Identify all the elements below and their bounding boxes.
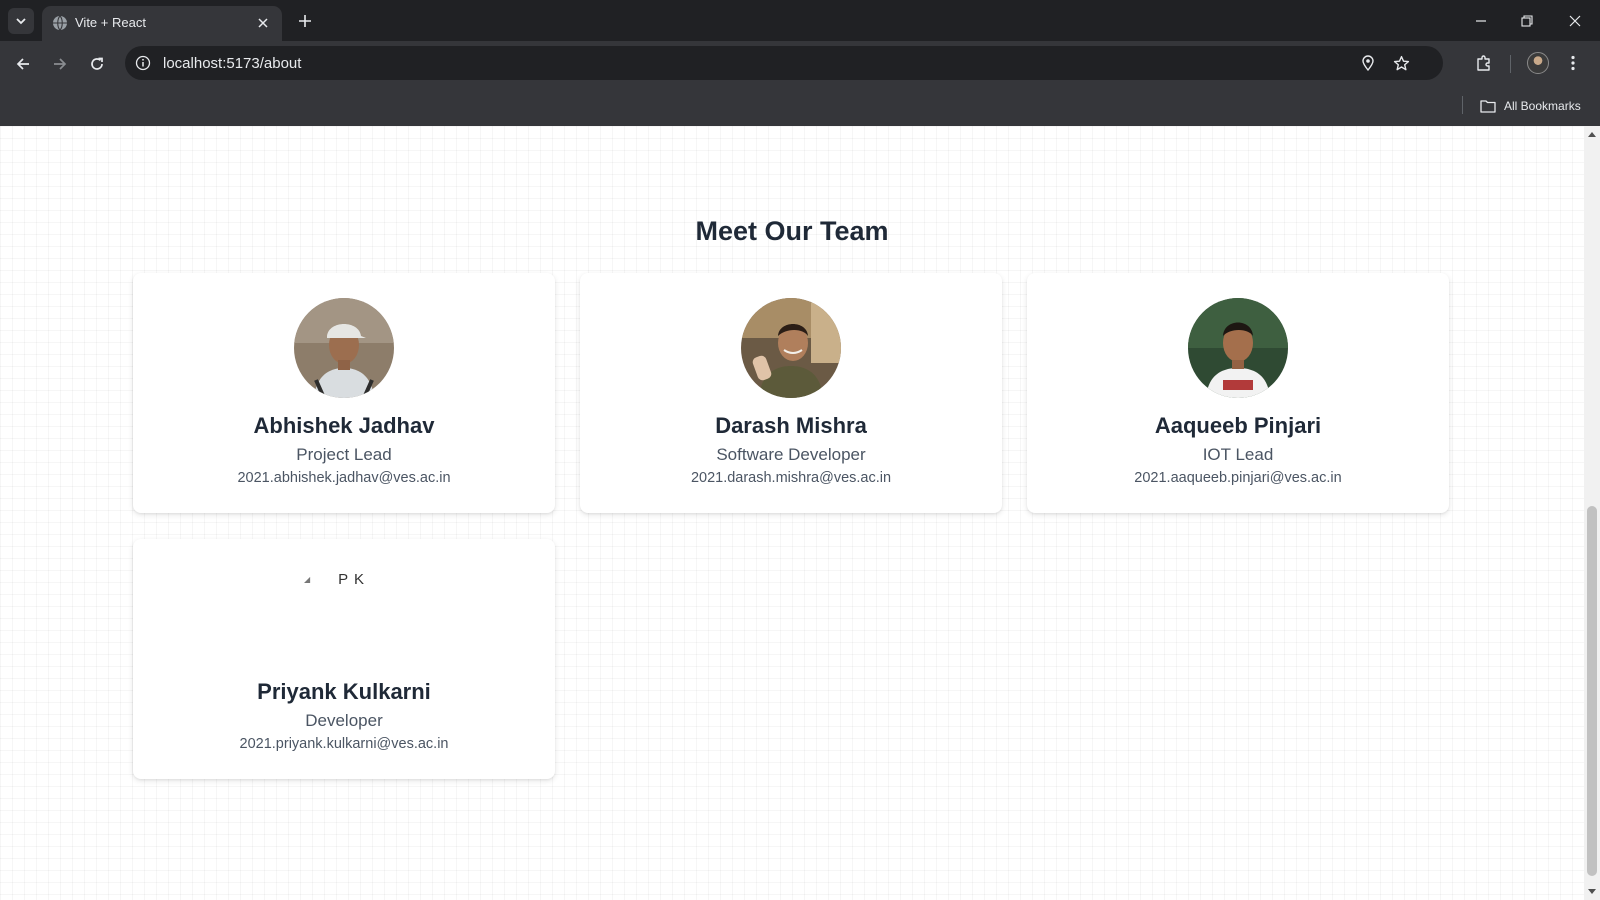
page-viewport: Meet Our Team Abhishek Jadhav Project Le… xyxy=(0,126,1584,900)
toolbar-separator xyxy=(1510,55,1511,73)
restore-icon xyxy=(1521,15,1533,27)
chevron-down-icon xyxy=(16,18,26,25)
folder-icon xyxy=(1480,100,1496,113)
member-name: Darash Mishra xyxy=(715,413,867,438)
bookmark-star-button[interactable] xyxy=(1391,53,1411,73)
scroll-down-button[interactable] xyxy=(1584,884,1600,900)
browser-titlebar: Vite + React xyxy=(0,0,1600,41)
browser-toolbar: localhost:5173/about xyxy=(0,41,1600,86)
scroll-thumb[interactable] xyxy=(1587,506,1597,876)
plus-icon xyxy=(299,15,311,27)
back-button[interactable] xyxy=(9,50,37,78)
team-card-darash: Darash Mishra Software Developer 2021.da… xyxy=(580,273,1002,513)
close-icon xyxy=(1569,15,1581,27)
browser-menu-button[interactable] xyxy=(1564,50,1582,76)
image-alt-text: P K xyxy=(338,570,366,588)
member-email: 2021.abhishek.jadhav@ves.ac.in xyxy=(237,470,451,486)
reload-icon xyxy=(91,57,103,70)
active-tab[interactable]: Vite + React xyxy=(42,6,282,41)
info-icon xyxy=(135,55,151,71)
address-bar[interactable]: localhost:5173/about xyxy=(125,46,1443,80)
all-bookmarks-label: All Bookmarks xyxy=(1504,99,1581,113)
globe-favicon-icon xyxy=(53,15,67,31)
member-email: 2021.priyank.kulkarni@ves.ac.in xyxy=(239,736,449,752)
close-icon xyxy=(258,18,268,28)
forward-button[interactable] xyxy=(46,50,74,78)
member-photo xyxy=(1188,298,1288,398)
window-close-button[interactable] xyxy=(1562,8,1588,34)
member-role: Developer xyxy=(305,711,383,730)
member-email: 2021.darash.mishra@ves.ac.in xyxy=(690,470,892,486)
page-scrollbar[interactable] xyxy=(1584,126,1600,900)
broken-image-icon: ◢ xyxy=(304,574,311,584)
puzzle-extensions-icon xyxy=(1477,55,1490,71)
team-card-aaqueeb: Aaqueeb Pinjari IOT Lead 2021.aaqueeb.pi… xyxy=(1027,273,1449,513)
arrow-down-icon xyxy=(1588,889,1596,894)
bookmarks-bar: All Bookmarks xyxy=(0,86,1600,126)
restore-button[interactable] xyxy=(1514,8,1540,34)
new-tab-button[interactable] xyxy=(294,10,316,32)
arrow-up-icon xyxy=(1588,132,1596,137)
minimize-icon xyxy=(1476,20,1486,22)
minimize-button[interactable] xyxy=(1468,8,1494,34)
team-card-abhishek: Abhishek Jadhav Project Lead 2021.abhish… xyxy=(133,273,555,513)
kebab-menu-icon xyxy=(1571,55,1575,71)
member-photo xyxy=(294,298,394,398)
profile-button[interactable] xyxy=(1525,50,1551,76)
bookmarks-separator xyxy=(1462,96,1463,114)
member-role: Project Lead xyxy=(296,445,392,464)
star-icon xyxy=(1393,55,1409,70)
member-role: IOT Lead xyxy=(1202,445,1274,464)
member-name: Aaqueeb Pinjari xyxy=(1154,413,1322,438)
member-name: Abhishek Jadhav xyxy=(253,413,435,438)
member-photo xyxy=(741,298,841,398)
tab-list-button[interactable] xyxy=(8,8,34,34)
extensions-button[interactable] xyxy=(1471,50,1497,76)
all-bookmarks-button[interactable]: All Bookmarks xyxy=(1480,95,1581,117)
team-card-priyank: ◢ P K Priyank Kulkarni Developer 2021.pr… xyxy=(133,539,555,779)
location-button[interactable] xyxy=(1358,53,1378,73)
member-photo-broken: ◢ P K xyxy=(304,567,384,591)
member-role: Software Developer xyxy=(716,445,866,464)
member-email: 2021.aaqueeb.pinjari@ves.ac.in xyxy=(1134,470,1342,486)
back-arrow-icon xyxy=(16,58,29,70)
url-text: localhost:5173/about xyxy=(163,55,302,72)
location-pin-icon xyxy=(1362,55,1374,71)
forward-arrow-icon xyxy=(54,58,67,70)
member-name: Priyank Kulkarni xyxy=(257,679,431,704)
tab-title: Vite + React xyxy=(75,15,146,30)
tab-close-button[interactable] xyxy=(254,14,272,32)
scroll-up-button[interactable] xyxy=(1584,126,1600,142)
profile-avatar xyxy=(1527,52,1549,74)
reload-button[interactable] xyxy=(83,50,111,78)
site-info-button[interactable] xyxy=(133,53,153,73)
team-heading: Meet Our Team xyxy=(695,216,889,246)
